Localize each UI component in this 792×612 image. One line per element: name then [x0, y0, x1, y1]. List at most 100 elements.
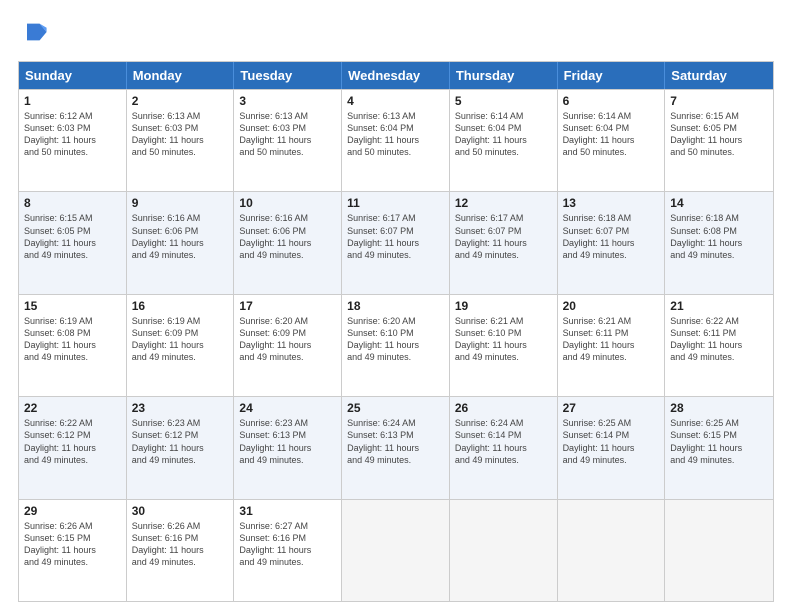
day-cell-20: 20Sunrise: 6:21 AM Sunset: 6:11 PM Dayli…	[558, 295, 666, 396]
day-info: Sunrise: 6:16 AM Sunset: 6:06 PM Dayligh…	[132, 212, 229, 261]
day-cell-1: 1 Sunrise: 6:12 AM Sunset: 6:03 PM Daylig…	[19, 90, 127, 191]
day-cell-9: 9 Sunrise: 6:16 AM Sunset: 6:06 PM Daylig…	[127, 192, 235, 293]
day-info: Sunrise: 6:15 AM Sunset: 6:05 PM Dayligh…	[670, 110, 768, 159]
day-number: 27	[563, 401, 660, 415]
day-cell-21: 21 Sunrise: 6:22 AM Sunset: 6:11 PM Dayli…	[665, 295, 773, 396]
day-cell-3: 3Sunrise: 6:13 AM Sunset: 6:03 PM Daylig…	[234, 90, 342, 191]
header-day-sunday: Sunday	[19, 62, 127, 89]
day-info: Sunrise: 6:12 AM Sunset: 6:03 PM Dayligh…	[24, 110, 121, 159]
calendar: SundayMondayTuesdayWednesdayThursdayFrid…	[18, 61, 774, 602]
day-info: Sunrise: 6:17 AM Sunset: 6:07 PM Dayligh…	[347, 212, 444, 261]
day-cell-5: 5 Sunrise: 6:14 AM Sunset: 6:04 PM Daylig…	[450, 90, 558, 191]
calendar-row-2: 15 Sunrise: 6:19 AM Sunset: 6:08 PM Dayli…	[19, 294, 773, 396]
day-cell-15: 15 Sunrise: 6:19 AM Sunset: 6:08 PM Dayli…	[19, 295, 127, 396]
day-info: Sunrise: 6:26 AM Sunset: 6:15 PM Dayligh…	[24, 520, 121, 569]
day-number: 19	[455, 299, 552, 313]
day-number: 4	[347, 94, 444, 108]
day-number: 29	[24, 504, 121, 518]
calendar-row-3: 22 Sunrise: 6:22 AM Sunset: 6:12 PM Dayli…	[19, 396, 773, 498]
logo	[18, 18, 48, 51]
calendar-row-0: 1 Sunrise: 6:12 AM Sunset: 6:03 PM Daylig…	[19, 89, 773, 191]
day-cell-29: 29 Sunrise: 6:26 AM Sunset: 6:15 PM Dayli…	[19, 500, 127, 601]
day-cell-6: 6 Sunrise: 6:14 AM Sunset: 6:04 PM Daylig…	[558, 90, 666, 191]
day-info: Sunrise: 6:16 AM Sunset: 6:06 PM Dayligh…	[239, 212, 336, 261]
day-info: Sunrise: 6:18 AM Sunset: 6:08 PM Dayligh…	[670, 212, 768, 261]
day-cell-10: 10 Sunrise: 6:16 AM Sunset: 6:06 PM Dayli…	[234, 192, 342, 293]
empty-cell	[342, 500, 450, 601]
day-cell-27: 27 Sunrise: 6:25 AM Sunset: 6:14 PM Dayli…	[558, 397, 666, 498]
day-number: 25	[347, 401, 444, 415]
day-info: Sunrise: 6:20 AM Sunset: 6:10 PM Dayligh…	[347, 315, 444, 364]
day-cell-31: 31 Sunrise: 6:27 AM Sunset: 6:16 PM Dayli…	[234, 500, 342, 601]
day-info: Sunrise: 6:13 AM Sunset: 6:03 PM Dayligh…	[132, 110, 229, 159]
day-number: 11	[347, 196, 444, 210]
day-number: 13	[563, 196, 660, 210]
day-number: 6	[563, 94, 660, 108]
day-cell-25: 25 Sunrise: 6:24 AM Sunset: 6:13 PM Dayli…	[342, 397, 450, 498]
header	[18, 18, 774, 51]
day-info: Sunrise: 6:14 AM Sunset: 6:04 PM Dayligh…	[563, 110, 660, 159]
day-info: Sunrise: 6:15 AM Sunset: 6:05 PM Dayligh…	[24, 212, 121, 261]
day-cell-7: 7 Sunrise: 6:15 AM Sunset: 6:05 PM Daylig…	[665, 90, 773, 191]
calendar-row-4: 29 Sunrise: 6:26 AM Sunset: 6:15 PM Dayli…	[19, 499, 773, 601]
calendar-header: SundayMondayTuesdayWednesdayThursdayFrid…	[19, 62, 773, 89]
day-cell-11: 11 Sunrise: 6:17 AM Sunset: 6:07 PM Dayli…	[342, 192, 450, 293]
day-info: Sunrise: 6:26 AM Sunset: 6:16 PM Dayligh…	[132, 520, 229, 569]
day-cell-22: 22 Sunrise: 6:22 AM Sunset: 6:12 PM Dayli…	[19, 397, 127, 498]
day-number: 21	[670, 299, 768, 313]
header-day-friday: Friday	[558, 62, 666, 89]
day-info: Sunrise: 6:19 AM Sunset: 6:08 PM Dayligh…	[24, 315, 121, 364]
day-info: Sunrise: 6:17 AM Sunset: 6:07 PM Dayligh…	[455, 212, 552, 261]
day-number: 12	[455, 196, 552, 210]
day-number: 7	[670, 94, 768, 108]
header-day-monday: Monday	[127, 62, 235, 89]
header-day-thursday: Thursday	[450, 62, 558, 89]
day-number: 9	[132, 196, 229, 210]
day-cell-19: 19 Sunrise: 6:21 AM Sunset: 6:10 PM Dayli…	[450, 295, 558, 396]
day-info: Sunrise: 6:21 AM Sunset: 6:10 PM Dayligh…	[455, 315, 552, 364]
page: SundayMondayTuesdayWednesdayThursdayFrid…	[0, 0, 792, 612]
day-number: 14	[670, 196, 768, 210]
calendar-row-1: 8 Sunrise: 6:15 AM Sunset: 6:05 PM Daylig…	[19, 191, 773, 293]
day-info: Sunrise: 6:24 AM Sunset: 6:13 PM Dayligh…	[347, 417, 444, 466]
header-day-tuesday: Tuesday	[234, 62, 342, 89]
day-number: 8	[24, 196, 121, 210]
day-info: Sunrise: 6:22 AM Sunset: 6:11 PM Dayligh…	[670, 315, 768, 364]
day-info: Sunrise: 6:14 AM Sunset: 6:04 PM Dayligh…	[455, 110, 552, 159]
empty-cell	[558, 500, 666, 601]
day-info: Sunrise: 6:23 AM Sunset: 6:12 PM Dayligh…	[132, 417, 229, 466]
empty-cell	[665, 500, 773, 601]
day-info: Sunrise: 6:25 AM Sunset: 6:14 PM Dayligh…	[563, 417, 660, 466]
day-cell-23: 23 Sunrise: 6:23 AM Sunset: 6:12 PM Dayli…	[127, 397, 235, 498]
day-info: Sunrise: 6:27 AM Sunset: 6:16 PM Dayligh…	[239, 520, 336, 569]
day-info: Sunrise: 6:18 AM Sunset: 6:07 PM Dayligh…	[563, 212, 660, 261]
day-info: Sunrise: 6:20 AM Sunset: 6:09 PM Dayligh…	[239, 315, 336, 364]
day-number: 10	[239, 196, 336, 210]
day-cell-30: 30Sunrise: 6:26 AM Sunset: 6:16 PM Dayli…	[127, 500, 235, 601]
day-info: Sunrise: 6:19 AM Sunset: 6:09 PM Dayligh…	[132, 315, 229, 364]
header-day-saturday: Saturday	[665, 62, 773, 89]
calendar-body: 1 Sunrise: 6:12 AM Sunset: 6:03 PM Daylig…	[19, 89, 773, 601]
day-number: 1	[24, 94, 121, 108]
day-number: 16	[132, 299, 229, 313]
day-number: 26	[455, 401, 552, 415]
day-cell-4: 4Sunrise: 6:13 AM Sunset: 6:04 PM Daylig…	[342, 90, 450, 191]
day-cell-8: 8 Sunrise: 6:15 AM Sunset: 6:05 PM Daylig…	[19, 192, 127, 293]
day-info: Sunrise: 6:22 AM Sunset: 6:12 PM Dayligh…	[24, 417, 121, 466]
day-number: 18	[347, 299, 444, 313]
day-cell-16: 16 Sunrise: 6:19 AM Sunset: 6:09 PM Dayli…	[127, 295, 235, 396]
day-cell-12: 12 Sunrise: 6:17 AM Sunset: 6:07 PM Dayli…	[450, 192, 558, 293]
day-number: 15	[24, 299, 121, 313]
day-info: Sunrise: 6:13 AM Sunset: 6:03 PM Dayligh…	[239, 110, 336, 159]
day-cell-2: 2Sunrise: 6:13 AM Sunset: 6:03 PM Daylig…	[127, 90, 235, 191]
day-number: 31	[239, 504, 336, 518]
day-info: Sunrise: 6:25 AM Sunset: 6:15 PM Dayligh…	[670, 417, 768, 466]
day-info: Sunrise: 6:24 AM Sunset: 6:14 PM Dayligh…	[455, 417, 552, 466]
day-number: 22	[24, 401, 121, 415]
day-number: 5	[455, 94, 552, 108]
day-cell-18: 18 Sunrise: 6:20 AM Sunset: 6:10 PM Dayli…	[342, 295, 450, 396]
day-number: 23	[132, 401, 229, 415]
day-info: Sunrise: 6:21 AM Sunset: 6:11 PM Dayligh…	[563, 315, 660, 364]
day-cell-28: 28Sunrise: 6:25 AM Sunset: 6:15 PM Dayli…	[665, 397, 773, 498]
day-info: Sunrise: 6:23 AM Sunset: 6:13 PM Dayligh…	[239, 417, 336, 466]
